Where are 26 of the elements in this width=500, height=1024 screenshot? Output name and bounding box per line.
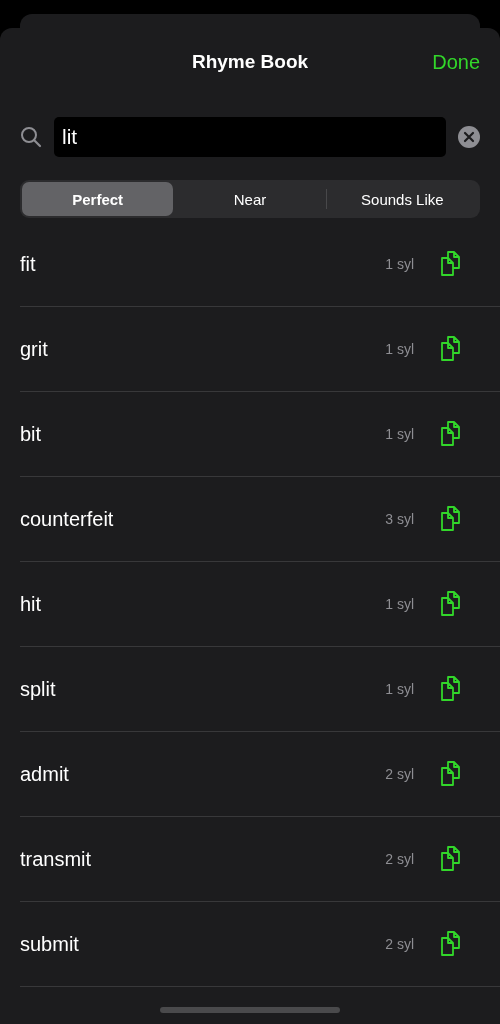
search-field[interactable]: lit [54,117,446,157]
clear-icon[interactable] [458,126,480,148]
syllable-count: 1 syl [385,256,414,272]
segment-tab[interactable]: Perfect [22,182,174,216]
rhyme-word: transmit [20,847,93,871]
rhyme-word: grit [20,337,49,361]
rhyme-word: hit [20,592,43,616]
rhyme-word: fit [20,252,37,276]
syllable-count: 2 syl [385,936,414,952]
syllable-count: 1 syl [385,426,414,442]
syllable-count: 1 syl [385,681,414,697]
done-button[interactable]: Done [308,50,480,74]
segment-tab[interactable]: Near [174,182,326,216]
syllable-count: 3 syl [385,511,414,527]
rhyme-word: submit [20,932,80,956]
search-icon [20,126,42,148]
syllable-count: 1 syl [385,341,414,357]
rhyme-word: bit [20,422,43,446]
syllable-count: 1 syl [385,596,414,612]
rhyme-word: admit [20,762,70,786]
rhyme-word: split [20,677,57,701]
rhyme-word: counterfeit [20,507,115,531]
syllable-count: 2 syl [385,766,414,782]
sheet-title: Rhyme Book [191,51,309,73]
syllable-count: 2 syl [385,851,414,867]
segment-tab[interactable]: Sounds Like [326,182,478,216]
